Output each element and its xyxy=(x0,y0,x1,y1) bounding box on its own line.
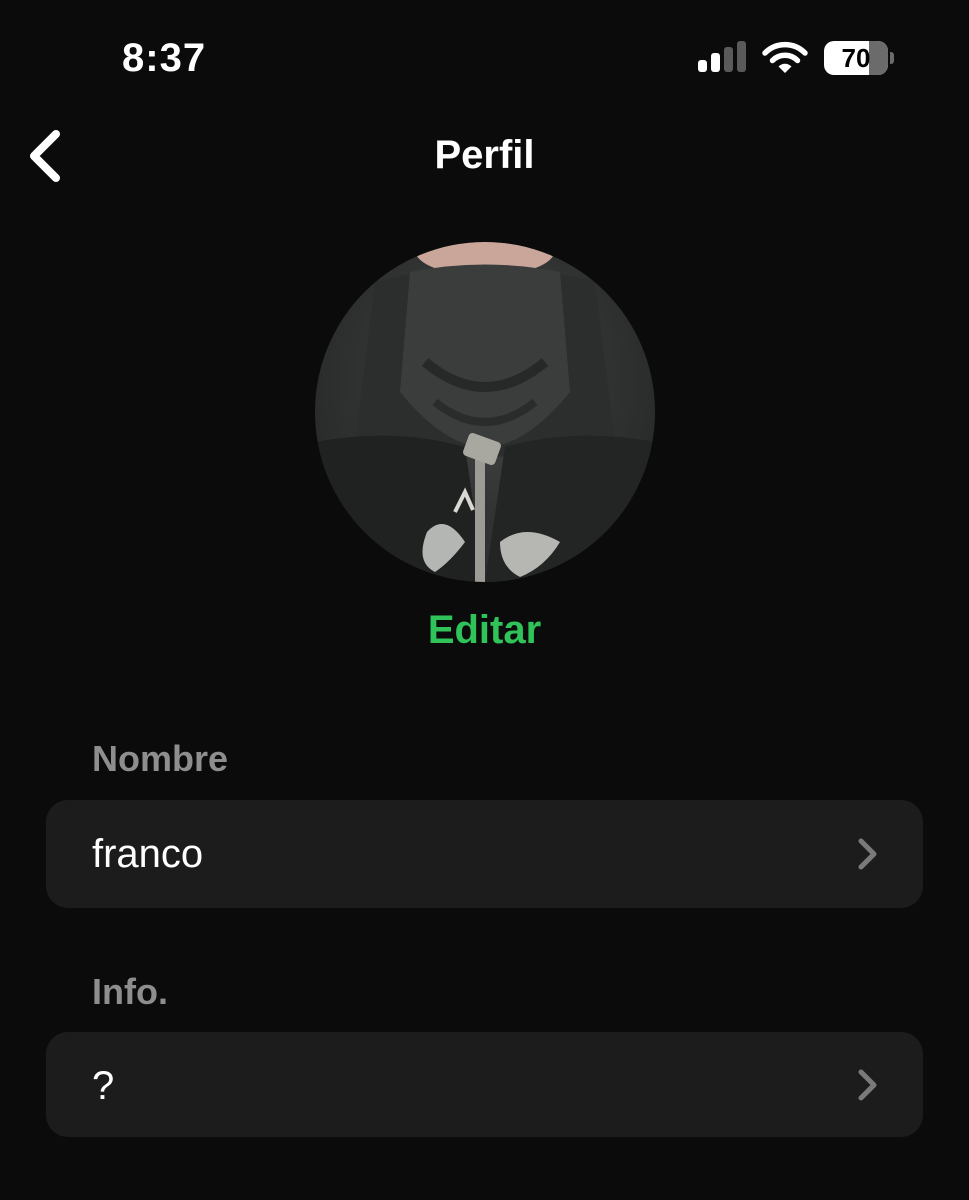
name-section-label: Nombre xyxy=(92,738,229,779)
name-row[interactable]: franco xyxy=(46,800,923,908)
status-time: 8:37 xyxy=(122,36,207,80)
edit-photo-button[interactable]: Editar xyxy=(0,608,969,653)
page-title: Perfil xyxy=(434,133,535,177)
profile-screen: 8:37 70 Perfil Editar Nombre franco Info… xyxy=(0,0,969,1200)
battery-tip xyxy=(890,52,894,64)
chevron-right-icon xyxy=(858,838,877,870)
name-value: franco xyxy=(92,832,204,876)
battery-percent: 70 xyxy=(841,43,871,73)
chevron-right-icon xyxy=(858,1069,877,1101)
cellular-signal-icon xyxy=(696,40,748,76)
profile-photo-image xyxy=(315,242,655,582)
info-value: ? xyxy=(92,1064,115,1108)
profile-photo[interactable] xyxy=(315,242,655,582)
battery-icon: 70 xyxy=(824,41,888,75)
info-row[interactable]: ? xyxy=(46,1032,923,1137)
wifi-icon xyxy=(762,41,808,73)
info-section-label: Info. xyxy=(92,971,168,1012)
